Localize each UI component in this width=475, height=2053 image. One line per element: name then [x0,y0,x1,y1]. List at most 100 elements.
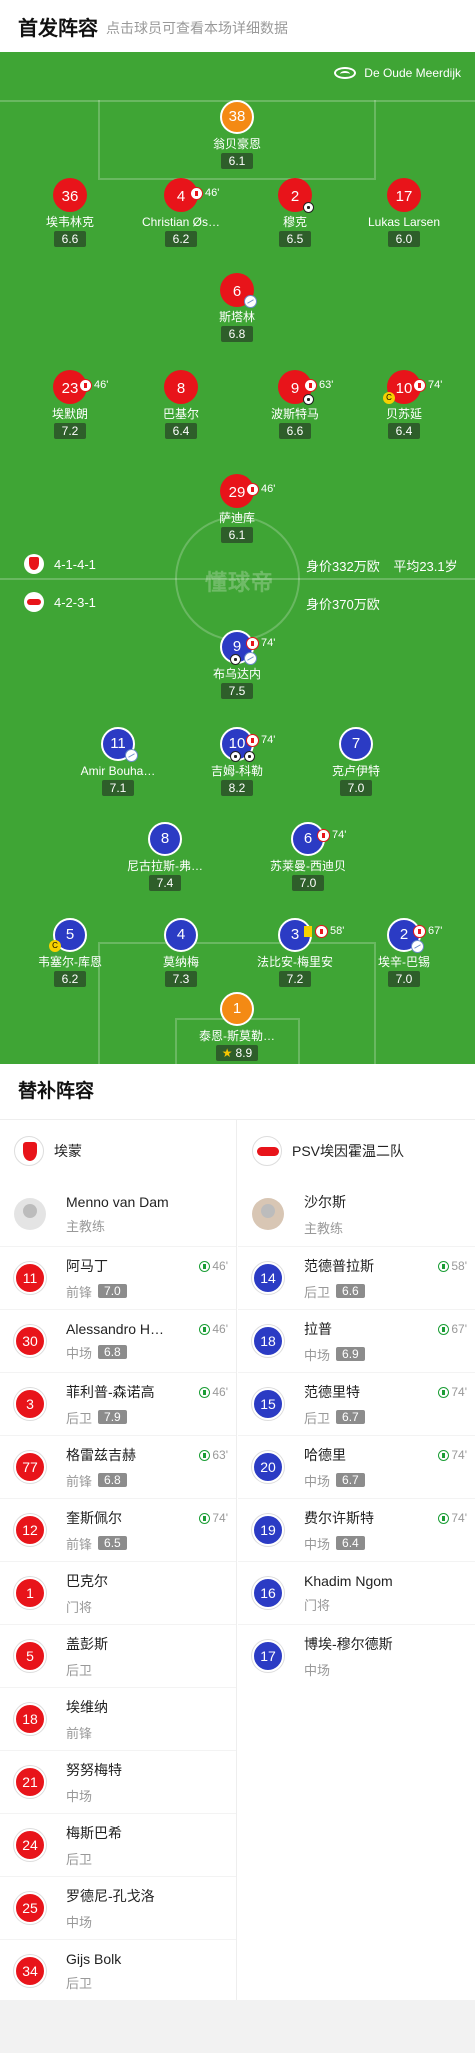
player-home-m3[interactable]: 9 63' 波斯特马 6.6 [235,370,355,440]
player-home-gk[interactable]: 38 翁贝豪恩 6.1 [177,100,297,170]
home-average-age: 平均23.1岁 [393,559,458,574]
player-name: 莫纳梅 [162,955,199,969]
sub-player-info: 梅斯巴希 后卫 [66,1823,196,1868]
watermark: 懂球帝 [205,570,275,595]
sub-player-info: 范德里特 后卫 6.7 [304,1382,434,1427]
player-away-d4[interactable]: 2 67' 埃辛-巴锡 7.0 [344,918,464,988]
player-number: 7 [339,727,373,761]
sub-player-number: 5 [14,1640,46,1672]
sub-player-name: 费尔许斯特 [304,1509,374,1526]
sub-player-row[interactable]: 20 哈德里 中场 6.7 74' [238,1435,475,1498]
sub-player-row[interactable]: 15 范德里特 后卫 6.7 74' [238,1372,475,1435]
player-rating: 7.5 [221,683,253,699]
home-coach[interactable]: Menno van Dam 主教练 [0,1182,236,1246]
sub-player-row[interactable]: 17 博埃-穆尔德斯 中场 [238,1624,475,1687]
sub-off-indicator: 58' [304,916,344,946]
player-name: 斯塔林 [218,310,255,324]
player-number: 5 C [49,918,87,952]
sub-on-icon [199,1512,211,1524]
player-away-d3[interactable]: 3 58' 法比安-梅里安 7.2 [235,918,355,988]
sub-player-name: 博埃-穆尔德斯 [304,1635,393,1652]
sub-player-row[interactable]: 34 Gijs Bolk 后卫 [0,1939,236,2002]
player-away-d2[interactable]: 4 莫纳梅 7.3 [121,918,241,988]
home-formation-text: 4-1-4-1 [54,556,96,572]
sub-player-row[interactable]: 14 范德普拉斯 后卫 6.6 58' [238,1246,475,1309]
player-home-st[interactable]: 29 46' 萨迪库 6.1 [177,474,297,544]
sub-player-meta: 中场 6.4 [304,1534,434,1553]
sub-on-indicator: 63' [199,1448,228,1462]
player-home-d3[interactable]: 2 穆克 6.5 [235,178,355,248]
player-home-d1[interactable]: 36 埃韦林克 6.6 [10,178,130,248]
player-name: 泰恩-斯莫勒… [199,1029,275,1043]
player-away-st[interactable]: 9 74' 布乌达内 7.5 [177,630,297,700]
sub-player-rating: 6.9 [336,1347,365,1361]
sub-player-row[interactable]: 25 罗德尼-孔戈洛 中场 [0,1876,236,1939]
sub-minute: 46' [261,483,276,495]
sub-on-indicator: 46' [199,1322,228,1336]
sub-on-minute: 63' [212,1448,228,1462]
number-text: 23 [61,380,79,397]
sub-player-number: 14 [252,1262,284,1294]
away-team-stats: 身价370万欧 [306,594,380,613]
player-rating: 7.0 [292,875,324,891]
player-home-d4[interactable]: 17 Lukas Larsen 6.0 [344,178,464,248]
player-away-cm1[interactable]: 8 尼古拉斯-弗… 7.4 [105,822,225,892]
sub-player-row[interactable]: 16 Khadim Ngom 门将 [238,1561,475,1624]
player-rating: 6.0 [388,231,420,247]
sub-player-row[interactable]: 30 Alessandro H… 中场 6.8 46' [0,1309,236,1372]
player-home-m1[interactable]: 23 46' 埃默朗 7.2 [10,370,130,440]
sub-on-minute: 74' [451,1511,467,1525]
player-name: Christian Øs… [141,215,221,229]
sub-off-icon [315,924,328,938]
sub-player-rating: 6.5 [98,1536,127,1550]
sub-player-meta: 中场 [66,1912,196,1931]
sub-player-name: 哈德里 [304,1446,346,1463]
sub-player-name: 罗德尼-孔戈洛 [66,1887,155,1904]
sub-on-icon [199,1260,211,1272]
player-away-am1[interactable]: 11 Amir Bouha… 7.1 [58,727,178,797]
sub-player-row[interactable]: 11 阿马丁 前锋 7.0 46' [0,1246,236,1309]
sub-player-name: 埃维纳 [66,1698,108,1715]
sub-player-row[interactable]: 18 埃维纳 前锋 [0,1687,236,1750]
sub-player-name: 盖彭斯 [66,1635,108,1652]
sub-player-number: 18 [252,1325,284,1357]
sub-player-number: 20 [252,1451,284,1483]
player-away-am3[interactable]: 7 克卢伊特 7.0 [296,727,416,797]
home-team-row[interactable]: 埃蒙 [0,1120,236,1182]
sub-on-indicator: 74' [438,1385,467,1399]
player-rating: 6.2 [165,231,197,247]
sub-player-row[interactable]: 24 梅斯巴希 后卫 [0,1813,236,1876]
sub-player-position: 中场 [304,1536,331,1552]
sub-player-row[interactable]: 18 拉普 中场 6.9 67' [238,1309,475,1372]
sub-player-info: 范德普拉斯 后卫 6.6 [304,1256,434,1301]
sub-player-meta: 后卫 6.6 [304,1282,434,1301]
player-away-cm2[interactable]: 6 74' 苏莱曼-西迪贝 7.0 [248,822,368,892]
player-home-d2[interactable]: 4 46' Christian Øs… 6.2 [121,178,241,248]
player-away-am2[interactable]: 10 74' 吉姆-科勒 8.2 [177,727,297,797]
sub-player-row[interactable]: 19 费尔许斯特 中场 6.4 74' [238,1498,475,1561]
home-team-name: 埃蒙 [54,1143,82,1159]
sub-player-name: Gijs Bolk [66,1950,122,1967]
sub-on-indicator: 58' [438,1259,467,1273]
player-home-m2[interactable]: 8 巴基尔 6.4 [121,370,241,440]
sub-player-name: 梅斯巴希 [66,1824,122,1841]
sub-player-row[interactable]: 21 努努梅特 中场 [0,1750,236,1813]
sub-player-row[interactable]: 1 巴克尔 门将 [0,1561,236,1624]
player-rating: 8.2 [221,780,253,796]
player-name: 萨迪库 [218,511,255,525]
away-team-row[interactable]: PSV埃因霍温二队 [238,1120,475,1182]
player-home-m4[interactable]: 10 74' C 贝苏延 6.4 [344,370,464,440]
player-name: 波斯特马 [270,407,319,421]
sub-player-row[interactable]: 12 奎斯佩尔 前锋 6.5 74' [0,1498,236,1561]
sub-player-row[interactable]: 5 盖彭斯 后卫 [0,1624,236,1687]
player-home-dm[interactable]: 6 斯塔林 6.8 [177,273,297,343]
player-away-d1[interactable]: 5 C 韦塞尔-库恩 6.2 [10,918,130,988]
home-subs-column: 埃蒙 Menno van Dam 主教练 11 阿马丁 前锋 7.0 46' 30 Ales… [0,1120,237,2000]
sub-player-row[interactable]: 3 菲利普-森诺高 后卫 7.9 46' [0,1372,236,1435]
sub-player-row[interactable]: 77 格雷兹吉赫 前锋 6.8 63' [0,1435,236,1498]
player-away-gk[interactable]: 1 泰恩-斯莫勒… 8.9 [177,992,297,1062]
player-name: 尼古拉斯-弗… [127,859,203,873]
sub-on-icon [438,1260,450,1272]
away-coach[interactable]: 沙尔斯 主教练 [238,1182,475,1246]
sub-player-info: 罗德尼-孔戈洛中场 [66,1886,196,1931]
